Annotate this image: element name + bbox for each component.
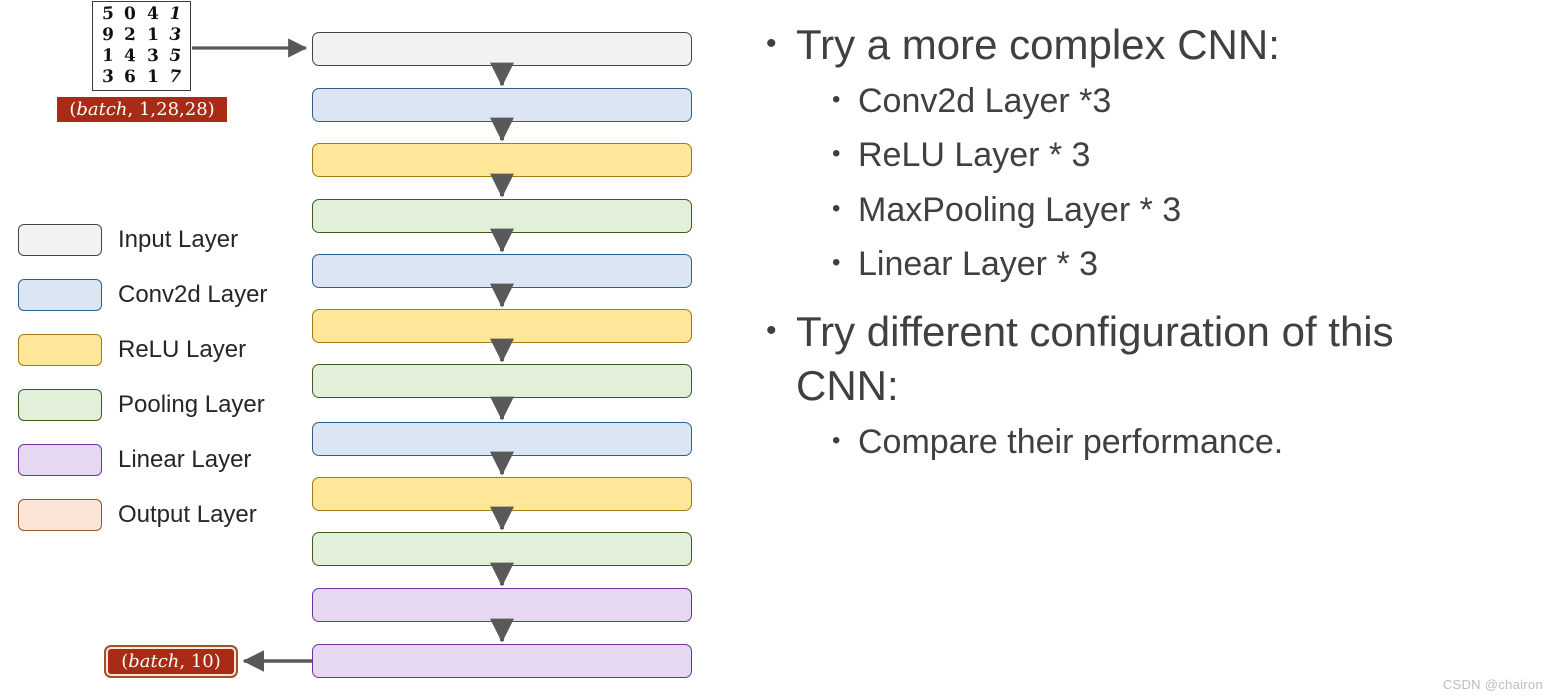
bullet-dot-icon: • xyxy=(766,27,777,60)
bullet-item-text: ReLU Layer * 3 xyxy=(858,136,1091,175)
legend-swatch-icon xyxy=(18,443,102,476)
bullet-item-text: MaxPooling Layer * 3 xyxy=(858,190,1182,229)
bullet-item-relu: • ReLU Layer * 3 xyxy=(832,128,1466,182)
layer-box-linear-2 xyxy=(312,644,692,678)
mnist-digit-row: 3 6 1 7 xyxy=(98,66,185,88)
input-shape-rest: , 1,28,28) xyxy=(127,98,215,120)
bullet-list-panel: • Try a more complex CNN: • Conv2d Layer… xyxy=(766,18,1466,469)
legend-item-label: Input Layer xyxy=(118,225,239,253)
cnn-diagram-panel: 5 0 4 1 9 2 1 3 1 4 3 5 3 6 1 7 (batch, … xyxy=(0,0,760,698)
layer-box-relu-3 xyxy=(312,477,692,511)
mnist-digit: 5 xyxy=(101,3,115,25)
legend-item-label: Output Layer xyxy=(118,500,257,528)
bullet-item-compare-performance: • Compare their performance. xyxy=(832,415,1466,469)
mnist-digit: 3 xyxy=(101,66,115,88)
mnist-digit: 3 xyxy=(167,24,183,46)
legend-item-label: Conv2d Layer xyxy=(118,280,268,308)
mnist-digit-row: 5 0 4 1 xyxy=(98,3,185,25)
output-shape-italic: batch xyxy=(128,650,180,672)
bullet-heading-try-different-config: • Try different configuration of this CN… xyxy=(766,305,1466,413)
bullet-heading-try-complex-cnn: • Try a more complex CNN: xyxy=(766,18,1466,72)
mnist-digit-grid: 5 0 4 1 9 2 1 3 1 4 3 5 3 6 1 7 xyxy=(92,1,191,91)
bullet-item-text: Compare their performance. xyxy=(858,422,1284,461)
legend-item-label: Linear Layer xyxy=(118,445,252,473)
mnist-digit: 2 xyxy=(124,24,137,46)
legend-item-pooling-layer: Pooling Layer xyxy=(18,377,293,432)
mnist-digit: 9 xyxy=(101,24,115,46)
network-layer-stack xyxy=(312,0,692,698)
legend-item-input-layer: Input Layer xyxy=(18,212,293,267)
mnist-digit: 4 xyxy=(124,45,137,67)
legend-swatch-icon xyxy=(18,388,102,421)
csdn-watermark: CSDN @chairon xyxy=(1442,677,1543,692)
bullet-group-complex-cnn: • Try a more complex CNN: • Conv2d Layer… xyxy=(766,18,1466,291)
bullet-item-text: Linear Layer * 3 xyxy=(858,244,1099,283)
mnist-digit: 1 xyxy=(101,45,115,67)
legend-item-output-layer: Output Layer xyxy=(18,487,293,542)
input-shape-tag: (batch, 1,28,28) xyxy=(57,97,227,122)
bullet-dot-icon: • xyxy=(766,314,777,348)
bullet-heading-text: Try different configuration of this CNN: xyxy=(796,308,1394,410)
legend-item-label: Pooling Layer xyxy=(118,390,265,418)
legend-swatch-icon xyxy=(18,333,102,366)
mnist-digit: 3 xyxy=(146,45,159,67)
mnist-digit: 1 xyxy=(146,66,159,88)
mnist-digit: 4 xyxy=(146,3,159,25)
layer-legend: Input Layer Conv2d Layer ReLU Layer Pool… xyxy=(18,212,293,542)
layer-box-conv2d-1 xyxy=(312,88,692,122)
mnist-digit: 7 xyxy=(167,66,183,88)
output-shape-open: ( xyxy=(121,650,129,672)
mnist-digit: 5 xyxy=(167,45,183,67)
layer-box-input xyxy=(312,32,692,66)
legend-item-label: ReLU Layer xyxy=(118,335,247,363)
legend-item-relu-layer: ReLU Layer xyxy=(18,322,293,377)
layer-box-conv2d-2 xyxy=(312,254,692,288)
legend-swatch-icon xyxy=(18,278,102,311)
bullet-item-maxpooling: • MaxPooling Layer * 3 xyxy=(832,183,1466,237)
legend-item-linear-layer: Linear Layer xyxy=(18,432,293,487)
bullet-dot-icon: • xyxy=(832,426,841,454)
mnist-digit: 1 xyxy=(167,3,183,25)
bullet-dot-icon: • xyxy=(832,248,841,276)
bullet-item-text: Conv2d Layer *3 xyxy=(858,81,1112,120)
layer-box-conv2d-3 xyxy=(312,422,692,456)
bullet-heading-text: Try a more complex CNN: xyxy=(796,21,1280,68)
input-shape-open: ( xyxy=(69,98,77,120)
legend-swatch-icon xyxy=(18,223,102,256)
input-shape-italic: batch xyxy=(76,98,128,120)
mnist-digit-row: 1 4 3 5 xyxy=(98,45,185,67)
bullet-item-linear: • Linear Layer * 3 xyxy=(832,237,1466,291)
bullet-group-different-config: • Try different configuration of this CN… xyxy=(766,305,1466,469)
output-shape-badge: (batch, 10) xyxy=(104,645,238,678)
bullet-item-conv2d: • Conv2d Layer *3 xyxy=(832,74,1466,128)
mnist-digit-row: 9 2 1 3 xyxy=(98,24,185,46)
legend-swatch-icon xyxy=(18,498,102,531)
layer-box-pooling-1 xyxy=(312,199,692,233)
layer-box-relu-2 xyxy=(312,309,692,343)
mnist-digit: 1 xyxy=(146,24,159,46)
bullet-dot-icon: • xyxy=(832,140,841,168)
layer-box-relu-1 xyxy=(312,143,692,177)
output-shape-rest: , 10) xyxy=(179,650,221,672)
layer-box-pooling-2 xyxy=(312,364,692,398)
mnist-digit: 0 xyxy=(124,3,137,25)
bullet-dot-icon: • xyxy=(832,194,841,222)
legend-item-conv2d-layer: Conv2d Layer xyxy=(18,267,293,322)
layer-box-pooling-3 xyxy=(312,532,692,566)
layer-box-linear-1 xyxy=(312,588,692,622)
output-shape-tag: (batch, 10) xyxy=(108,649,234,674)
mnist-digit: 6 xyxy=(124,66,137,88)
bullet-dot-icon: • xyxy=(832,85,841,113)
